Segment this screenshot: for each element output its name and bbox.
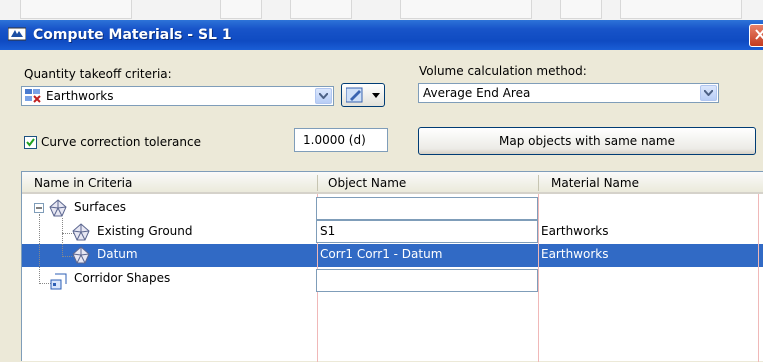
- row-material-name: Earthworks: [541, 247, 609, 261]
- materials-table[interactable]: Name in Criteria Object Name Material Na…: [21, 171, 763, 362]
- ribbon-ghost-panel: [620, 0, 742, 19]
- volume-method-value: Average End Area: [423, 86, 531, 100]
- criteria-dropdown[interactable]: Earthworks: [21, 86, 334, 106]
- object-name-cell[interactable]: [316, 269, 538, 292]
- object-name-cell[interactable]: [316, 197, 538, 220]
- table-row[interactable]: Surfaces: [22, 197, 316, 220]
- curve-tolerance-input[interactable]: 1.0000 (d): [294, 128, 388, 152]
- background-ribbon: [0, 0, 763, 22]
- column-gridline: [758, 194, 759, 362]
- curve-tolerance-value: 1.0000 (d): [303, 133, 366, 147]
- row-object-name: Corr1 Corr1 - Datum: [320, 247, 443, 261]
- curve-correction-checkbox[interactable]: [24, 136, 37, 149]
- surface-icon: [72, 246, 90, 264]
- map-objects-label: Map objects with same name: [499, 134, 675, 148]
- title-bar[interactable]: Compute Materials - SL 1: [0, 20, 763, 50]
- column-header-material[interactable]: Material Name: [539, 172, 763, 194]
- table-row[interactable]: Datum Corr1 Corr1 - Datum Earthworks: [22, 244, 763, 267]
- close-button[interactable]: [749, 24, 763, 47]
- chevron-down-icon: [704, 90, 713, 96]
- row-name: Datum: [97, 247, 138, 261]
- ribbon-ghost-panel: [290, 0, 352, 19]
- surface-icon: [72, 223, 90, 241]
- corridor-shapes-icon: [50, 273, 67, 290]
- volume-method-label: Volume calculation method:: [419, 64, 587, 78]
- criteria-label: Quantity takeoff criteria:: [24, 67, 172, 81]
- ribbon-ghost-panel: [20, 0, 132, 19]
- dialog-title: Compute Materials - SL 1: [33, 27, 232, 43]
- ribbon-ghost-panel: [400, 0, 532, 19]
- ribbon-ghost-panel: [560, 0, 602, 19]
- row-name: Existing Ground: [97, 224, 193, 238]
- row-name: Surfaces: [74, 200, 126, 214]
- row-name: Corridor Shapes: [74, 271, 171, 285]
- app-icon: [8, 27, 26, 41]
- column-header-label: Object Name: [328, 176, 407, 190]
- chevron-down-icon: [319, 93, 328, 99]
- chevron-down-icon: [372, 93, 380, 98]
- volume-method-dropdown[interactable]: Average End Area: [418, 83, 719, 103]
- ribbon-ghost-panel: [220, 0, 262, 19]
- table-row[interactable]: Existing Ground S1 Earthworks: [22, 221, 763, 244]
- table-row[interactable]: Corridor Shapes: [22, 269, 316, 292]
- curve-correction-label: Curve correction tolerance: [41, 135, 201, 149]
- row-object-name: S1: [320, 224, 336, 238]
- criteria-dropdown-arrow[interactable]: [315, 88, 332, 104]
- column-header-name[interactable]: Name in Criteria: [22, 172, 318, 194]
- row-material-name: Earthworks: [541, 224, 609, 238]
- checkmark-icon: [26, 138, 35, 147]
- column-header-object[interactable]: Object Name: [318, 172, 539, 194]
- edit-criteria-button[interactable]: [341, 83, 385, 107]
- close-icon: [755, 29, 763, 40]
- column-header-label: Name in Criteria: [34, 176, 133, 190]
- map-objects-button[interactable]: Map objects with same name: [418, 127, 756, 155]
- criteria-icon: [25, 89, 41, 103]
- surface-icon: [49, 199, 67, 217]
- volume-method-dropdown-arrow[interactable]: [700, 85, 717, 101]
- criteria-value: Earthworks: [46, 89, 114, 103]
- column-header-label: Material Name: [551, 176, 639, 190]
- edit-style-icon: [346, 87, 363, 103]
- collapse-icon[interactable]: [34, 203, 44, 213]
- column-gridline: [538, 194, 539, 362]
